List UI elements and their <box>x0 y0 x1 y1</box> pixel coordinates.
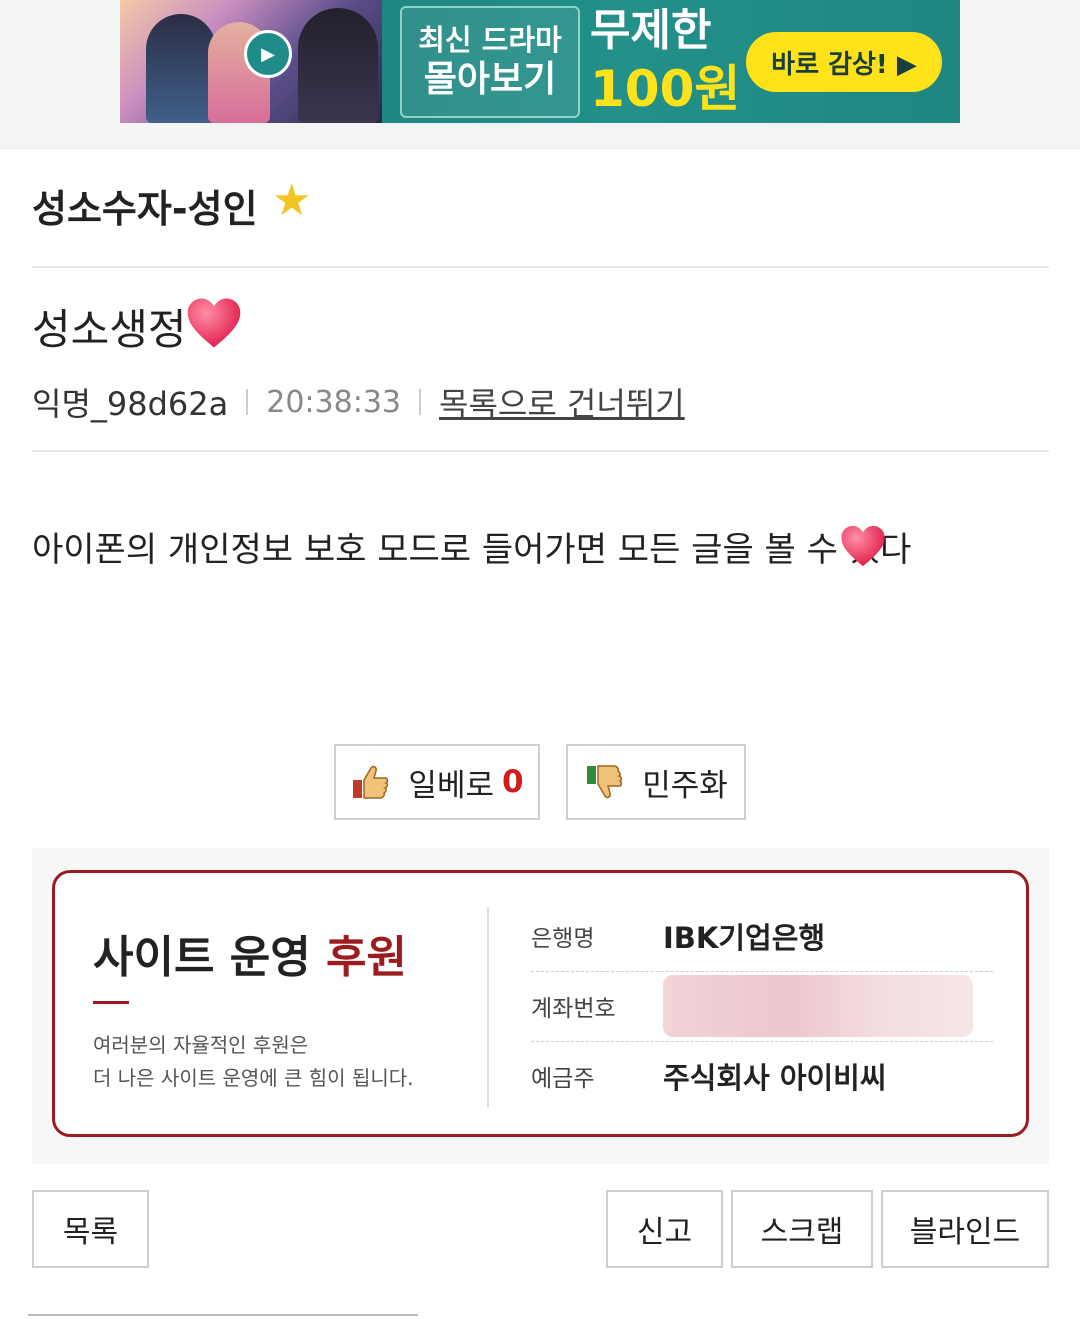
support-description: 여러분의 자율적인 후원은 더 나은 사이트 운영에 큰 힘이 됩니다. <box>93 1029 414 1095</box>
post-time: 20:38:33 <box>266 384 401 420</box>
upvote-button[interactable]: 일베로 0 <box>334 744 540 820</box>
account-label: 계좌번호 <box>531 996 616 1022</box>
post-author[interactable]: 익명_98d62a <box>32 379 228 425</box>
support-title: 사이트 운영 후원 <box>93 921 407 985</box>
bank-value: IBK기업은행 <box>663 921 826 955</box>
account-number-blurred <box>663 975 973 1037</box>
support-accent-line <box>93 1001 129 1004</box>
banner-line2: 몰아보기 <box>423 59 557 100</box>
star-icon[interactable]: ★ <box>272 176 311 226</box>
play-icon: ▶ <box>244 30 292 78</box>
divider <box>32 450 1049 452</box>
scrap-button[interactable]: 스크랩 <box>731 1190 873 1268</box>
banner-line1: 최신 드라마 <box>418 23 562 57</box>
post-meta: 익명_98d62a 20:38:33 목록으로 건너뛰기 <box>32 380 685 424</box>
banner-offer: 무제한 100원 <box>590 2 740 118</box>
heart-icon <box>187 298 241 348</box>
drama-ad-banner[interactable]: ▶ 최신 드라마 몰아보기 무제한 100원 바로 감상! ▶ <box>120 0 960 123</box>
banner-text-box: 최신 드라마 몰아보기 <box>400 6 580 118</box>
downvote-label: 민주화 <box>642 767 728 804</box>
bottom-divider <box>28 1314 418 1316</box>
holder-row: 예금주 주식회사 아이비씨 <box>531 1041 993 1111</box>
post-title: 성소생정 <box>32 305 187 354</box>
banner-cta-button[interactable]: 바로 감상! ▶ <box>746 32 942 92</box>
support-title-main: 사이트 운영 <box>93 932 311 983</box>
bank-label: 은행명 <box>531 926 595 952</box>
list-button[interactable]: 목록 <box>32 1190 149 1268</box>
post-body: 아이폰의 개인정보 보호 모드로 들어가면 모든 글을 볼 수 있다 <box>32 530 912 570</box>
holder-label: 예금주 <box>531 1066 595 1092</box>
meta-separator <box>419 389 421 415</box>
upvote-count: 0 <box>501 764 524 800</box>
divider <box>32 266 1049 268</box>
meta-separator <box>246 389 249 415</box>
bank-row: 은행명 IBK기업은행 <box>531 901 993 972</box>
support-desc-line2: 더 나은 사이트 운영에 큰 힘이 됩니다. <box>93 1066 414 1090</box>
support-divider <box>487 907 489 1107</box>
support-desc-line1: 여러분의 자율적인 후원은 <box>93 1033 309 1057</box>
banner-price: 100원 <box>590 60 741 118</box>
thumbs-down-icon <box>587 765 623 799</box>
account-row: 계좌번호 <box>531 971 993 1042</box>
blind-button[interactable]: 블라인드 <box>881 1190 1049 1268</box>
board-title[interactable]: 성소수자-성인 <box>32 178 258 233</box>
upvote-label: 일베로 <box>408 767 494 804</box>
holder-value: 주식회사 아이비씨 <box>663 1061 887 1095</box>
support-title-accent: 후원 <box>326 932 408 983</box>
banner-headline: 무제한 <box>590 5 712 56</box>
support-card: 사이트 운영 후원 여러분의 자율적인 후원은 더 나은 사이트 운영에 큰 힘… <box>52 870 1029 1137</box>
heart-icon <box>841 525 885 567</box>
thumbs-up-icon <box>353 765 389 799</box>
skip-to-list-link[interactable]: 목록으로 건너뛰기 <box>439 379 685 425</box>
report-button[interactable]: 신고 <box>606 1190 723 1268</box>
downvote-button[interactable]: 민주화 <box>566 744 746 820</box>
